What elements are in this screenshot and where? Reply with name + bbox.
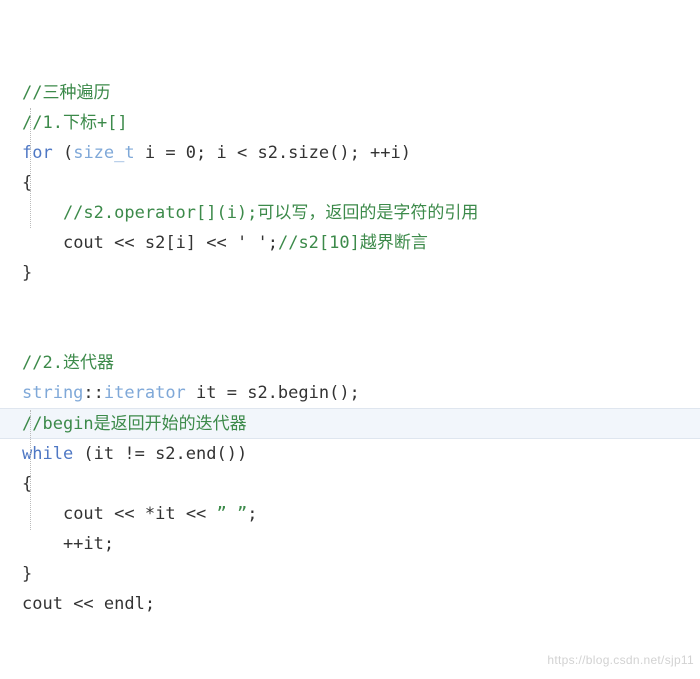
- code-token: endl;: [93, 594, 156, 614]
- code-line: cout << *it << ” ”;: [22, 499, 700, 529]
- code-token: *it: [134, 504, 186, 524]
- code-token: //1.下标+[]: [22, 113, 128, 133]
- watermark-text: https://blog.csdn.net/sjp11: [547, 653, 694, 667]
- code-token: string: [22, 383, 84, 403]
- code-line: string::iterator it = s2.begin();: [22, 378, 700, 408]
- code-token: <: [236, 143, 248, 163]
- code-line: //2.迭代器: [22, 348, 700, 378]
- code-line: //s2.operator[](i);可以写，返回的是字符的引用: [22, 198, 700, 228]
- code-token: ;: [267, 233, 278, 253]
- code-token: ++it;: [22, 534, 115, 554]
- code-token: for: [22, 143, 53, 163]
- code-token: (it != s2.end()): [73, 444, 248, 464]
- code-token: //三种遍历: [22, 83, 111, 103]
- code-token: }: [22, 564, 33, 584]
- code-token: //2.迭代器: [22, 353, 114, 373]
- code-line: for (size_t i = 0; i < s2.size(); ++i): [22, 138, 700, 168]
- indent-guide: [30, 410, 31, 530]
- code-line: {: [22, 469, 700, 499]
- code-line: {: [22, 168, 700, 198]
- code-token: <<: [114, 504, 135, 524]
- code-token: ;: [247, 504, 258, 524]
- code-token: <<: [185, 504, 207, 524]
- code-editor-content: //三种遍历 //1.下标+[] for (size_t i = 0; i < s2…: [0, 0, 700, 679]
- code-lines: //三种遍历 //1.下标+[] for (size_t i = 0; i < s2…: [0, 78, 700, 619]
- code-token: //s2.operator[](i);可以写，返回的是字符的引用: [22, 203, 479, 223]
- code-token: <<: [114, 233, 135, 253]
- code-token: ” ”: [216, 504, 248, 524]
- code-line: //1.下标+[]: [22, 108, 700, 138]
- code-token: cout: [62, 233, 115, 253]
- indent-guide: [30, 108, 31, 228]
- code-token: ' ': [226, 233, 268, 253]
- code-line: while (it != s2.end()): [22, 439, 700, 469]
- code-line: cout << endl;: [22, 589, 700, 619]
- code-token: <<: [206, 233, 227, 253]
- code-token: s2.size(); ++i): [247, 143, 411, 163]
- code-token: //s2[10]越界断言: [277, 233, 428, 253]
- code-token: cout: [22, 594, 74, 614]
- code-token: it = s2.begin();: [185, 383, 360, 403]
- code-token: cout: [62, 504, 115, 524]
- code-token: }: [22, 263, 33, 283]
- code-line: }: [22, 258, 700, 288]
- code-token: size_t: [73, 143, 135, 163]
- code-token: ::: [83, 383, 104, 403]
- code-line: ++it;: [22, 529, 700, 559]
- code-line: }: [22, 559, 700, 589]
- code-token: iterator: [103, 383, 186, 403]
- code-line: //begin是返回开始的迭代器: [0, 408, 700, 439]
- code-line: cout << s2[i] << ' ';//s2[10]越界断言: [22, 228, 700, 258]
- code-token: s2[i]: [134, 233, 207, 253]
- code-token: i = 0; i: [134, 143, 237, 163]
- code-line: //三种遍历: [22, 78, 700, 108]
- code-token: <<: [73, 594, 94, 614]
- code-token: //begin是返回开始的迭代器: [22, 414, 247, 434]
- code-token: (: [52, 143, 74, 163]
